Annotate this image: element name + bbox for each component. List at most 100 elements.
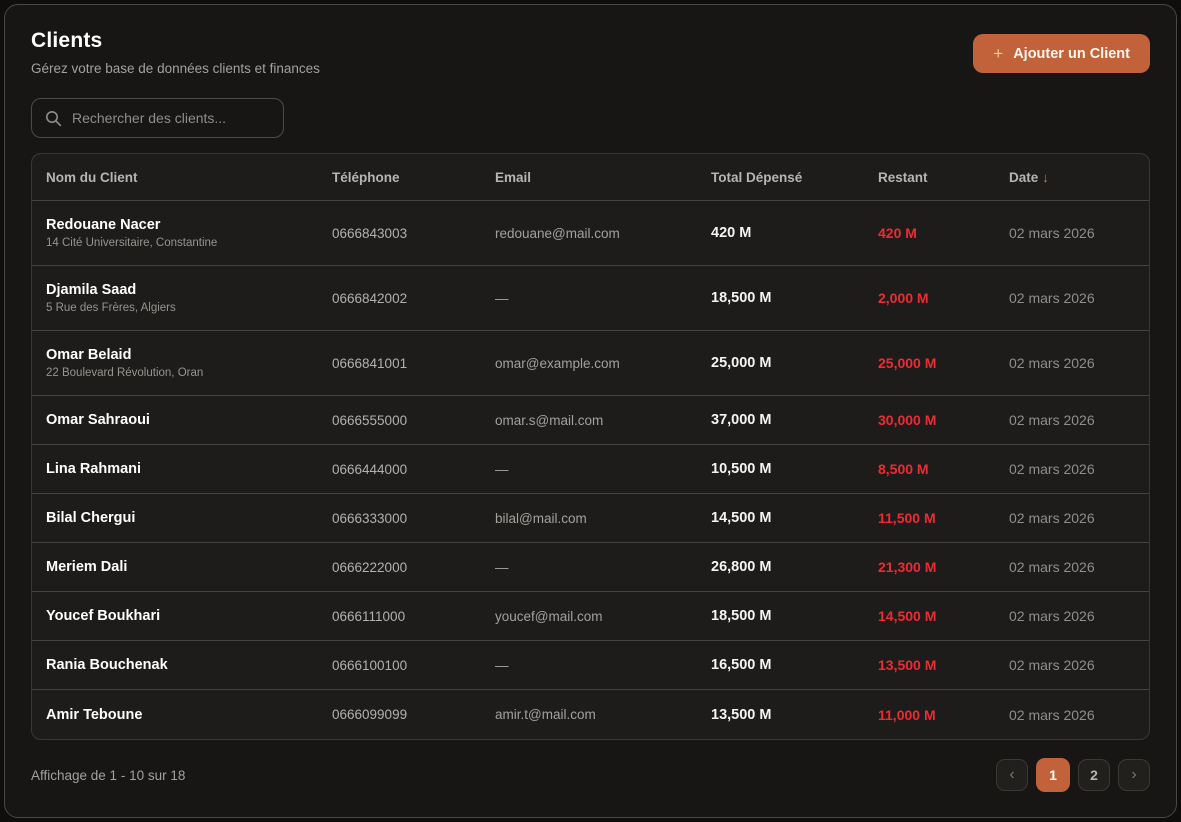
- client-phone: 0666842002: [332, 291, 495, 306]
- add-client-button[interactable]: + Ajouter un Client: [973, 34, 1150, 73]
- column-header-total[interactable]: Total Dépensé: [711, 170, 878, 185]
- client-email: bilal@mail.com: [495, 511, 711, 526]
- client-phone: 0666841001: [332, 356, 495, 371]
- client-email: —: [495, 560, 711, 575]
- plus-icon: +: [993, 45, 1003, 62]
- client-email: amir.t@mail.com: [495, 707, 711, 722]
- client-date: 02 mars 2026: [1009, 290, 1149, 306]
- client-name: Amir Teboune: [46, 707, 332, 723]
- chevron-right-icon: ›: [1131, 766, 1136, 784]
- sort-descending-icon: ↓: [1042, 170, 1049, 185]
- chevron-left-icon: ‹: [1009, 766, 1014, 784]
- column-header-email[interactable]: Email: [495, 170, 711, 185]
- table-row[interactable]: Lina Rahmani 0666444000 — 10,500 M 8,500…: [32, 445, 1149, 494]
- clients-page: Clients Gérez votre base de données clie…: [4, 4, 1177, 818]
- client-phone: 0666333000: [332, 511, 495, 526]
- client-restant: 420 M: [878, 225, 1009, 241]
- table-row[interactable]: Omar Sahraoui 0666555000 omar.s@mail.com…: [32, 396, 1149, 445]
- client-date: 02 mars 2026: [1009, 707, 1149, 723]
- client-total: 13,500 M: [711, 707, 878, 723]
- client-email: redouane@mail.com: [495, 226, 711, 241]
- client-total: 18,500 M: [711, 290, 878, 306]
- previous-page-button[interactable]: ‹: [996, 759, 1028, 791]
- page-title: Clients: [31, 29, 320, 53]
- search-input[interactable]: [72, 110, 270, 126]
- client-restant: 2,000 M: [878, 290, 1009, 306]
- client-phone: 0666555000: [332, 413, 495, 428]
- client-email: —: [495, 658, 711, 673]
- add-client-button-label: Ajouter un Client: [1013, 46, 1130, 62]
- client-total: 18,500 M: [711, 608, 878, 624]
- client-phone: 0666111000: [332, 609, 495, 624]
- client-date: 02 mars 2026: [1009, 225, 1149, 241]
- column-header-restant[interactable]: Restant: [878, 170, 1009, 185]
- client-restant: 11,000 M: [878, 707, 1009, 723]
- client-address: 22 Boulevard Révolution, Oran: [46, 367, 332, 379]
- client-total: 420 M: [711, 225, 878, 241]
- client-address: 5 Rue des Frères, Algiers: [46, 302, 332, 314]
- table-row[interactable]: Bilal Chergui 0666333000 bilal@mail.com …: [32, 494, 1149, 543]
- client-restant: 8,500 M: [878, 461, 1009, 477]
- client-restant: 21,300 M: [878, 559, 1009, 575]
- column-header-date[interactable]: Date ↓: [1009, 170, 1149, 185]
- page-footer: Affichage de 1 - 10 sur 18 ‹ 1 2 ›: [31, 758, 1150, 792]
- client-name-cell: Omar Belaid 22 Boulevard Révolution, Ora…: [46, 347, 332, 379]
- client-address: 14 Cité Universitaire, Constantine: [46, 237, 332, 249]
- client-email: omar@example.com: [495, 356, 711, 371]
- client-name: Redouane Nacer: [46, 217, 332, 233]
- pagination: ‹ 1 2 ›: [996, 758, 1150, 792]
- client-phone: 0666222000: [332, 560, 495, 575]
- client-restant: 13,500 M: [878, 657, 1009, 673]
- client-date: 02 mars 2026: [1009, 510, 1149, 526]
- client-name: Lina Rahmani: [46, 461, 332, 477]
- column-header-phone[interactable]: Téléphone: [332, 170, 495, 185]
- client-name-cell: Redouane Nacer 14 Cité Universitaire, Co…: [46, 217, 332, 249]
- client-restant: 11,500 M: [878, 510, 1009, 526]
- table-row[interactable]: Amir Teboune 0666099099 amir.t@mail.com …: [32, 690, 1149, 739]
- client-total: 25,000 M: [711, 355, 878, 371]
- client-name: Youcef Boukhari: [46, 608, 332, 624]
- column-header-date-label: Date: [1009, 170, 1038, 185]
- table-header-row: Nom du Client Téléphone Email Total Dépe…: [32, 154, 1149, 201]
- client-email: —: [495, 462, 711, 477]
- client-email: youcef@mail.com: [495, 609, 711, 624]
- page-2-button[interactable]: 2: [1078, 759, 1110, 791]
- table-row[interactable]: Redouane Nacer 14 Cité Universitaire, Co…: [32, 201, 1149, 266]
- table-row[interactable]: Djamila Saad 5 Rue des Frères, Algiers 0…: [32, 266, 1149, 331]
- client-restant: 30,000 M: [878, 412, 1009, 428]
- client-phone: 0666100100: [332, 658, 495, 673]
- pagination-summary: Affichage de 1 - 10 sur 18: [31, 768, 185, 783]
- client-date: 02 mars 2026: [1009, 461, 1149, 477]
- client-name: Omar Belaid: [46, 347, 332, 363]
- client-restant: 14,500 M: [878, 608, 1009, 624]
- next-page-button[interactable]: ›: [1118, 759, 1150, 791]
- client-phone: 0666843003: [332, 226, 495, 241]
- client-name: Rania Bouchenak: [46, 657, 332, 673]
- client-email: omar.s@mail.com: [495, 413, 711, 428]
- client-name-cell: Djamila Saad 5 Rue des Frères, Algiers: [46, 282, 332, 314]
- client-phone: 0666444000: [332, 462, 495, 477]
- table-row[interactable]: Omar Belaid 22 Boulevard Révolution, Ora…: [32, 331, 1149, 396]
- search-icon: [45, 110, 62, 127]
- client-name: Omar Sahraoui: [46, 412, 332, 428]
- table-row[interactable]: Youcef Boukhari 0666111000 youcef@mail.c…: [32, 592, 1149, 641]
- client-total: 37,000 M: [711, 412, 878, 428]
- client-date: 02 mars 2026: [1009, 355, 1149, 371]
- client-name: Meriem Dali: [46, 559, 332, 575]
- client-email: —: [495, 291, 711, 306]
- table-row[interactable]: Meriem Dali 0666222000 — 26,800 M 21,300…: [32, 543, 1149, 592]
- table-row[interactable]: Rania Bouchenak 0666100100 — 16,500 M 13…: [32, 641, 1149, 690]
- page-subtitle: Gérez votre base de données clients et f…: [31, 61, 320, 76]
- page-1-button[interactable]: 1: [1036, 758, 1070, 792]
- search-box[interactable]: [31, 98, 284, 138]
- page-header-text: Clients Gérez votre base de données clie…: [31, 29, 320, 76]
- client-date: 02 mars 2026: [1009, 608, 1149, 624]
- client-phone: 0666099099: [332, 707, 495, 722]
- client-total: 10,500 M: [711, 461, 878, 477]
- client-name: Djamila Saad: [46, 282, 332, 298]
- client-name: Bilal Chergui: [46, 510, 332, 526]
- page-header: Clients Gérez votre base de données clie…: [31, 29, 1150, 76]
- clients-table: Nom du Client Téléphone Email Total Dépe…: [31, 153, 1150, 740]
- column-header-name[interactable]: Nom du Client: [46, 170, 332, 185]
- client-date: 02 mars 2026: [1009, 412, 1149, 428]
